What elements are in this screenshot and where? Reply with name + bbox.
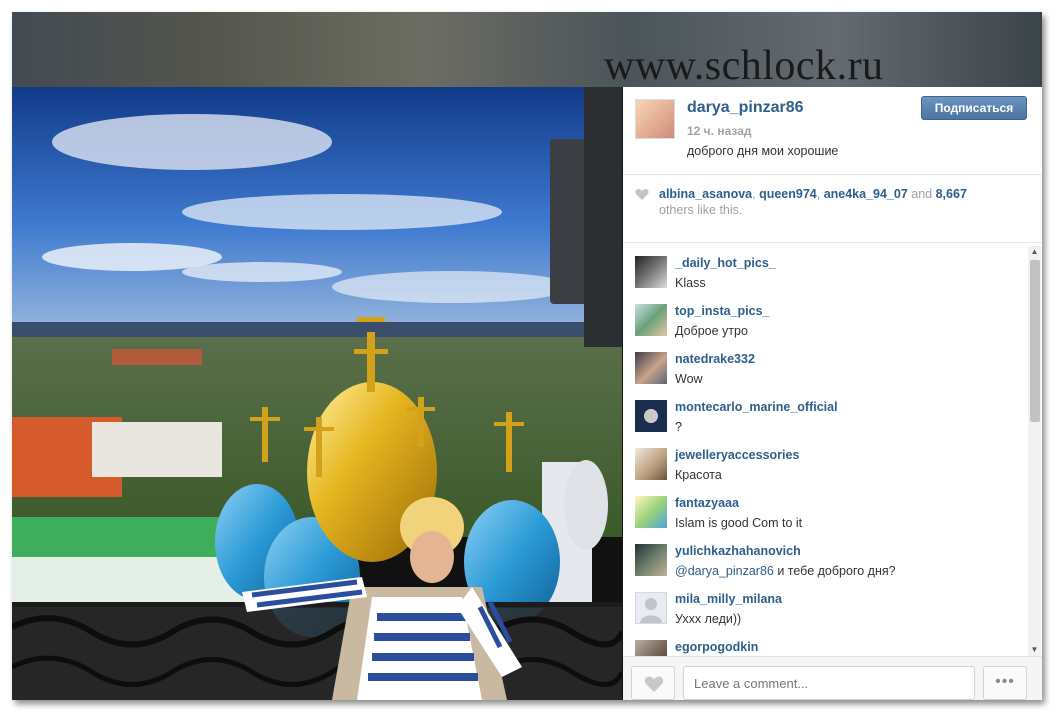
commenter-username[interactable]: fantazyaaa (675, 496, 739, 510)
comment-text: Красота (675, 468, 722, 482)
commenter-username[interactable]: top_insta_pics_ (675, 304, 769, 318)
post-photo[interactable] (12, 87, 622, 700)
comment-item: natedrake332 Wow (623, 348, 1027, 396)
comment-text: Klass (675, 276, 706, 290)
mention-link[interactable]: @darya_pinzar86 (675, 564, 774, 578)
comment-item: top_insta_pics_ Доброе утро (623, 300, 1027, 348)
heart-icon (644, 676, 664, 692)
likes-count-link[interactable]: 8,667 (936, 187, 967, 201)
comment-text: Доброе утро (675, 324, 748, 338)
commenter-avatar[interactable] (635, 400, 667, 432)
commenter-avatar[interactable] (635, 448, 667, 480)
scroll-down-arrow-icon[interactable]: ▼ (1030, 646, 1039, 654)
comment-text: Ухxx леди)) (675, 612, 742, 626)
scroll-thumb[interactable] (1030, 260, 1040, 422)
author-avatar[interactable] (635, 99, 675, 139)
comment-text: Wow (675, 372, 703, 386)
follow-button[interactable]: Подписаться (921, 96, 1027, 120)
comment-item: _daily_hot_pics_ Klass (623, 252, 1027, 300)
comment-item: yulichkazhahanovich @darya_pinzar86 и те… (623, 540, 1027, 588)
likes-and: and (907, 187, 936, 201)
commenter-avatar[interactable] (635, 544, 667, 576)
commenter-username[interactable]: egorpogodkin (675, 640, 758, 654)
commenter-username[interactable]: yulichkazhahanovich (675, 544, 801, 558)
scroll-up-arrow-icon[interactable]: ▲ (1030, 248, 1039, 256)
likes-separator: , (816, 187, 824, 201)
comment-text-body: и тебе доброго дня? (773, 564, 896, 578)
post-caption: доброго дня мои хорошие (687, 144, 839, 158)
like-button[interactable] (631, 666, 675, 700)
commenter-username[interactable]: _daily_hot_pics_ (675, 256, 776, 270)
likes-tail: others like this. (659, 203, 743, 217)
background-page-strip (12, 12, 1042, 87)
more-dots-icon[interactable]: ••• (983, 666, 1027, 700)
commenter-username[interactable]: natedrake332 (675, 352, 755, 366)
commenter-username[interactable]: montecarlo_marine_official (675, 400, 838, 414)
comment-item: jewelleryaccessories Красота (623, 444, 1027, 492)
commenter-avatar[interactable] (635, 496, 667, 528)
comment-item: montecarlo_marine_official ? (623, 396, 1027, 444)
comment-input[interactable] (683, 666, 975, 700)
heart-icon (635, 189, 649, 200)
commenter-avatar[interactable] (635, 304, 667, 336)
post-timestamp[interactable]: 12 ч. назад (687, 124, 751, 138)
likes-summary: albina_asanova, queen974, ane4ka_94_07 a… (659, 186, 1029, 218)
comment-item: mila_milly_milana Ухxx леди)) (623, 588, 1027, 636)
commenter-avatar[interactable] (635, 256, 667, 288)
comments-list[interactable]: _daily_hot_pics_ Klass top_insta_pics_ Д… (623, 244, 1027, 656)
comment-text: ? (675, 420, 682, 434)
liker-link-ane4ka-94-07[interactable]: ane4ka_94_07 (824, 187, 908, 201)
commenter-username[interactable]: jewelleryaccessories (675, 448, 799, 462)
post-photo-image (12, 87, 622, 700)
post-header: darya_pinzar86 12 ч. назад доброго дня м… (623, 87, 1042, 175)
post-sidebar: darya_pinzar86 12 ч. назад доброго дня м… (623, 87, 1042, 700)
comment-item: fantazyaaa Islam is good Com to it (623, 492, 1027, 540)
comment-text: Islam is good Com to it (675, 516, 803, 530)
commenter-avatar[interactable] (635, 352, 667, 384)
comment-text: @darya_pinzar86 и тебе доброго дня? (675, 564, 896, 578)
instagram-post-window: www.schlock.ru darya_pinzar86 12 ч. наза… (12, 12, 1042, 700)
commenter-avatar[interactable] (635, 640, 667, 656)
comment-footer: ••• (623, 656, 1042, 700)
liker-link-queen974[interactable]: queen974 (759, 187, 817, 201)
commenter-username[interactable]: mila_milly_milana (675, 592, 782, 606)
comment-item: egorpogodkin (623, 636, 1027, 656)
liker-link-albina-asanova[interactable]: albina_asanova (659, 187, 752, 201)
author-username-link[interactable]: darya_pinzar86 (687, 99, 804, 117)
default-avatar-icon[interactable] (635, 592, 667, 624)
comments-scrollbar[interactable]: ▲ ▼ (1028, 246, 1041, 656)
watermark-text: www.schlock.ru (604, 43, 884, 89)
